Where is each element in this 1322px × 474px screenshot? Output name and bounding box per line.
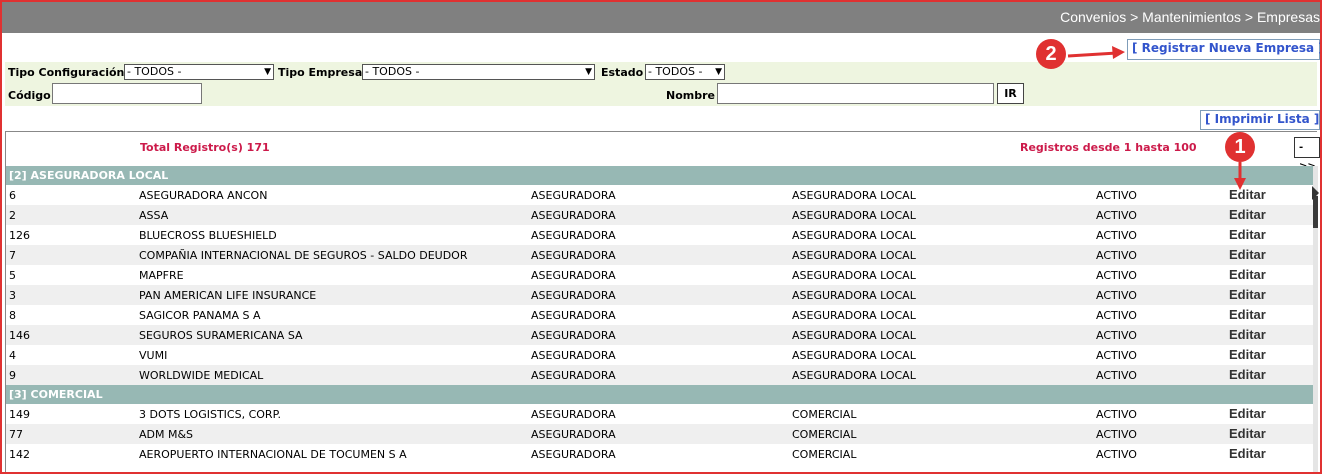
annotation-arrows — [1067, 46, 1246, 190]
annotation-arrowhead-2 — [1112, 46, 1125, 59]
annotation-arrowhead-1 — [1234, 178, 1246, 190]
annotation-arrow-2 — [1067, 51, 1118, 58]
annotation-badge-2: 2 — [1036, 39, 1066, 69]
annotation-badge-1: 1 — [1225, 132, 1255, 162]
